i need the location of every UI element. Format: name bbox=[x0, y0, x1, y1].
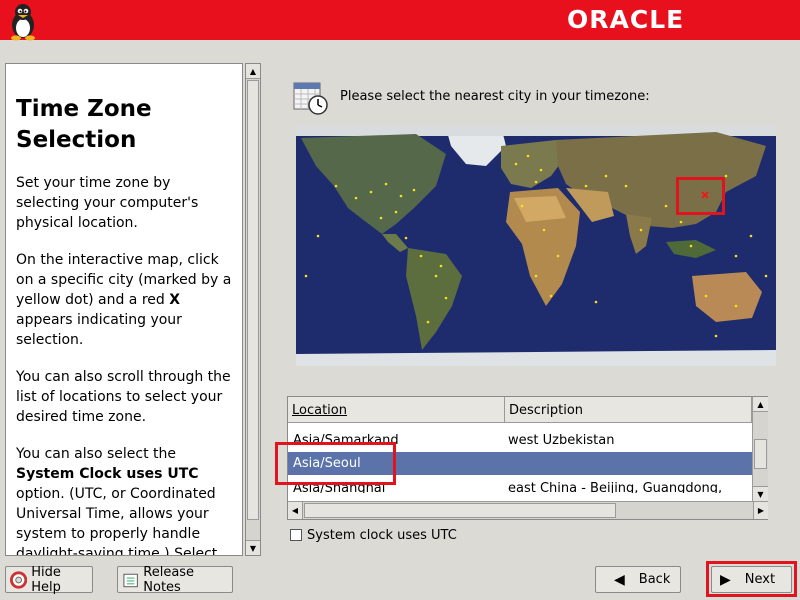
help-scrollbar[interactable]: ▲ ▼ bbox=[245, 63, 261, 556]
world-map[interactable] bbox=[296, 126, 776, 366]
utc-checkbox[interactable] bbox=[290, 529, 302, 541]
list-vscrollbar[interactable]: ▲ ▼ bbox=[752, 397, 768, 501]
scroll-up-arrow-icon[interactable]: ▲ bbox=[246, 64, 260, 79]
scroll-up-arrow-icon[interactable]: ▲ bbox=[753, 397, 768, 412]
scroll-down-arrow-icon[interactable]: ▼ bbox=[246, 540, 260, 555]
selection-highlight-box bbox=[275, 442, 396, 485]
hide-help-button[interactable]: Hide Help bbox=[5, 565, 93, 595]
list-hscrollbar[interactable]: ◀ ▶ bbox=[288, 501, 768, 519]
help-scroll-thumb[interactable] bbox=[247, 80, 259, 520]
arrow-left-icon: ◀ bbox=[614, 571, 625, 588]
oracle-logo: ORACLE bbox=[567, 5, 685, 34]
help-paragraph-1: Set your time zone by selecting your com… bbox=[16, 175, 199, 231]
help-paragraph-2: On the interactive map, click on a speci… bbox=[16, 252, 232, 348]
lifebuoy-icon bbox=[10, 570, 28, 589]
timezone-calendar-clock-icon bbox=[293, 82, 328, 115]
top-banner: ORACLE bbox=[0, 0, 800, 41]
back-button[interactable]: ◀ Back bbox=[595, 566, 681, 593]
list-scroll-thumb[interactable] bbox=[754, 439, 767, 469]
next-highlight-box bbox=[706, 561, 797, 597]
map-highlight-box bbox=[676, 177, 725, 215]
help-paragraph-4: You can also select the System Clock use… bbox=[16, 446, 218, 556]
scroll-down-arrow-icon[interactable]: ▼ bbox=[753, 486, 768, 501]
help-panel: Time Zone Selection Set your time zone b… bbox=[5, 63, 243, 556]
tux-penguin-icon bbox=[11, 4, 35, 41]
scroll-right-arrow-icon[interactable]: ▶ bbox=[753, 502, 768, 519]
help-paragraph-3: You can also scroll through the list of … bbox=[16, 369, 231, 425]
notes-icon bbox=[123, 573, 138, 587]
utc-checkbox-label[interactable]: System clock uses UTC bbox=[307, 528, 457, 543]
hscroll-thumb[interactable] bbox=[304, 503, 616, 518]
column-header-description[interactable]: Description bbox=[505, 397, 752, 423]
scroll-left-arrow-icon[interactable]: ◀ bbox=[288, 502, 303, 519]
column-header-location[interactable]: Location bbox=[288, 397, 505, 423]
help-title: Time Zone Selection bbox=[16, 96, 152, 153]
release-notes-button[interactable]: Release Notes bbox=[117, 565, 233, 595]
instruction-text: Please select the nearest city in your t… bbox=[340, 89, 650, 104]
